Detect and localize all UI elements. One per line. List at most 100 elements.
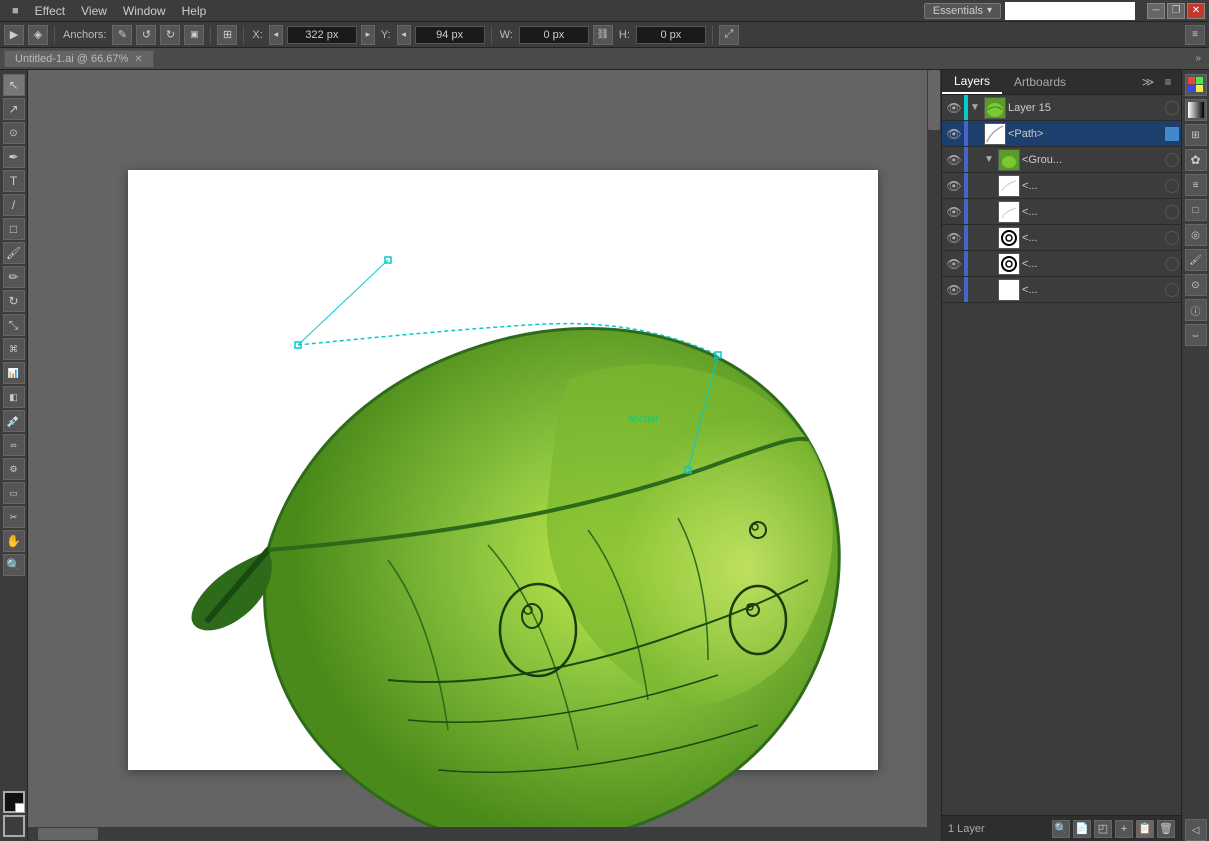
close-button[interactable]: ✕ [1187, 3, 1205, 19]
y-input[interactable] [415, 26, 485, 44]
tool-shape[interactable]: □ [3, 218, 25, 240]
tool-pencil[interactable]: ✏ [3, 266, 25, 288]
layer-visibility-circle-sub1[interactable] [1165, 179, 1179, 193]
tool-paintbrush[interactable]: 🖌 [3, 242, 25, 264]
tool-eyedropper[interactable]: 💉 [3, 410, 25, 432]
search-input[interactable] [1005, 2, 1135, 20]
make-clipping-mask-button[interactable]: ◰ [1094, 820, 1112, 838]
panel-menu-button[interactable]: ≡ [1159, 73, 1177, 91]
layer-indicator-path[interactable] [1165, 127, 1179, 141]
tab-layers[interactable]: Layers [942, 70, 1002, 94]
stroke-panel-icon[interactable]: ≡ [1185, 174, 1207, 196]
x-increment[interactable]: ▸ [361, 25, 375, 45]
layer-expand-group[interactable]: ▼ [982, 153, 996, 167]
restore-button[interactable]: ❐ [1167, 3, 1185, 19]
y-decrement[interactable]: ◂ [397, 25, 411, 45]
h-input[interactable] [636, 26, 706, 44]
anchor-tool-1[interactable]: ✎ [112, 25, 132, 45]
new-sublayer-button[interactable]: + [1115, 820, 1133, 838]
layer-row-path[interactable]: 👁 <Path> [942, 121, 1181, 147]
document-tab[interactable]: Untitled-1.ai @ 66.67% ✕ [4, 50, 154, 67]
transform-panel-icon[interactable]: ⊞ [1185, 124, 1207, 146]
tab-collapse-button[interactable]: » [1191, 53, 1205, 64]
layer-row-sub3[interactable]: 👁 <... [942, 225, 1181, 251]
visibility-eye-layer15[interactable]: 👁 [944, 98, 964, 118]
tool-rotate[interactable]: ↻ [3, 290, 25, 312]
layer-row-sub2[interactable]: 👁 <... [942, 199, 1181, 225]
visibility-eye-path[interactable]: 👁 [944, 124, 964, 144]
new-layer-from-selection-button[interactable]: 📄 [1073, 820, 1091, 838]
visibility-eye-sub4[interactable]: 👁 [944, 254, 964, 274]
layer-visibility-circle-layer15[interactable] [1165, 101, 1179, 115]
transform-icon[interactable]: ⤢ [719, 25, 739, 45]
workspace-selector[interactable]: Essentials [924, 3, 1001, 19]
search-layers-button[interactable]: 🔍 [1052, 820, 1070, 838]
tool-pen[interactable]: ✒ [3, 146, 25, 168]
brush-panel-icon[interactable]: 🖌 [1185, 249, 1207, 271]
layer-row-sub5[interactable]: 👁 <... [942, 277, 1181, 303]
panel-expand-button[interactable]: ◁ [1185, 819, 1207, 841]
tool-artboard[interactable]: ▭ [3, 482, 25, 504]
visibility-eye-sub3[interactable]: 👁 [944, 228, 964, 248]
fill-color[interactable] [3, 791, 25, 813]
layer-row-layer15[interactable]: 👁 ▼ Layer 15 [942, 95, 1181, 121]
layer-visibility-circle-sub4[interactable] [1165, 257, 1179, 271]
menu-item-help[interactable]: Help [174, 4, 215, 18]
layer-visibility-circle-sub3[interactable] [1165, 231, 1179, 245]
scroll-thumb-horizontal[interactable] [38, 828, 98, 840]
new-layer-button[interactable]: 📋 [1136, 820, 1154, 838]
symbol-panel-icon[interactable]: ✿ [1185, 149, 1207, 171]
tool-hand[interactable]: ✋ [3, 530, 25, 552]
graphic-styles-icon[interactable]: ⊙ [1185, 274, 1207, 296]
appearance-panel-icon[interactable]: □ [1185, 199, 1207, 221]
visibility-eye-sub2[interactable]: 👁 [944, 202, 964, 222]
anchor-tool-4[interactable]: ▣ [184, 25, 204, 45]
transform-tool[interactable]: ⊞ [217, 25, 237, 45]
tool-text[interactable]: T [3, 170, 25, 192]
info-panel-icon[interactable]: ⓘ [1185, 299, 1207, 321]
anchor-tool-3[interactable]: ↻ [160, 25, 180, 45]
extra-settings[interactable]: ≡ [1185, 25, 1205, 45]
panel-collapse-button[interactable]: ≫ [1139, 73, 1157, 91]
layer-row-sub1[interactable]: 👁 <... [942, 173, 1181, 199]
align-panel-icon[interactable]: ⇔ [1185, 324, 1207, 346]
horizontal-scrollbar[interactable] [28, 827, 927, 841]
color-swatch-icon[interactable] [1185, 74, 1207, 96]
anchor-tool-2[interactable]: ↺ [136, 25, 156, 45]
w-input[interactable] [519, 26, 589, 44]
scroll-track-vertical[interactable] [927, 70, 941, 841]
layer-visibility-circle-sub2[interactable] [1165, 205, 1179, 219]
tab-artboards[interactable]: Artboards [1002, 71, 1078, 93]
tool-symbol[interactable]: ⚙ [3, 458, 25, 480]
layer-row-sub4[interactable]: 👁 <... [942, 251, 1181, 277]
stroke-color[interactable] [3, 815, 25, 837]
layer-row-group[interactable]: 👁 ▼ <Grou... [942, 147, 1181, 173]
x-input[interactable] [287, 26, 357, 44]
tool-direct-select[interactable]: ↗ [3, 98, 25, 120]
vertical-scrollbar[interactable] [927, 70, 941, 841]
tool-anchor[interactable]: ◈ [28, 25, 48, 45]
menu-item-window[interactable]: Window [115, 4, 174, 18]
tool-warp[interactable]: ⌘ [3, 338, 25, 360]
visibility-eye-group[interactable]: 👁 [944, 150, 964, 170]
tab-close-button[interactable]: ✕ [134, 54, 142, 65]
scroll-thumb-vertical[interactable] [928, 70, 940, 130]
menu-item-file[interactable]: ■ [4, 5, 27, 17]
visibility-eye-sub1[interactable]: 👁 [944, 176, 964, 196]
visibility-eye-sub5[interactable]: 👁 [944, 280, 964, 300]
tool-blend[interactable]: ∞ [3, 434, 25, 456]
x-decrement[interactable]: ◂ [269, 25, 283, 45]
layer-visibility-circle-group[interactable] [1165, 153, 1179, 167]
menu-item-view[interactable]: View [73, 4, 115, 18]
tool-graph[interactable]: 📊 [3, 362, 25, 384]
tool-gradient[interactable]: ◧ [3, 386, 25, 408]
tool-line[interactable]: / [3, 194, 25, 216]
layer-visibility-circle-sub5[interactable] [1165, 283, 1179, 297]
delete-layer-button[interactable]: 🗑 [1157, 820, 1175, 838]
canvas-area[interactable]: anchor [28, 70, 941, 841]
tool-zoom[interactable]: 🔍 [3, 554, 25, 576]
tool-slice[interactable]: ✂ [3, 506, 25, 528]
menu-item-effect[interactable]: Effect [27, 4, 73, 18]
minimize-button[interactable]: ─ [1147, 3, 1165, 19]
tool-select[interactable]: ▶ [4, 25, 24, 45]
